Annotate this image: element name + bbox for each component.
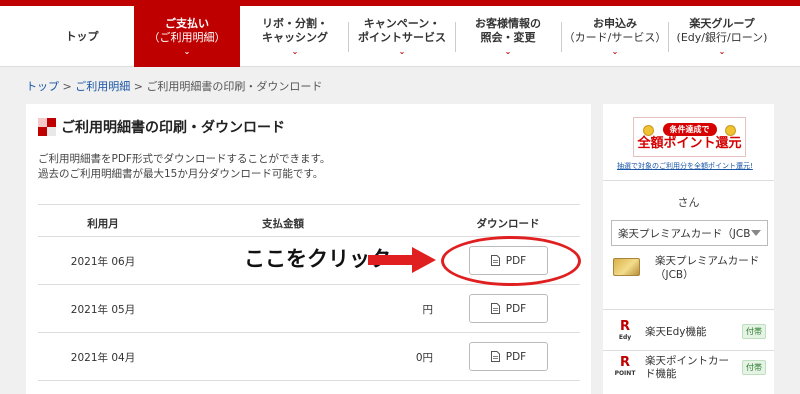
nav-item-sublabel: キャッシング <box>262 31 328 44</box>
chevron-down-icon: ⌄ <box>718 47 726 56</box>
page-title-text: ご利用明細書の印刷・ダウンロード <box>61 120 285 136</box>
header-month: 利用月 <box>87 218 119 230</box>
annotation-arrow-icon <box>368 247 436 273</box>
nav-item-campaign[interactable]: キャンペーン・ ポイントサービス ⌄ <box>350 6 454 67</box>
table-header: 利用月 支払金額 ダウンロード <box>38 204 580 237</box>
dropdown-caret-icon <box>751 230 761 236</box>
header-download: ダウンロード <box>476 218 540 230</box>
breadcrumb-separator: > <box>59 80 76 93</box>
table-row: 2021年 05月 円 PDF <box>38 285 580 333</box>
nav-divider <box>348 22 349 52</box>
nav-item-rakuten-group[interactable]: 楽天グループ (Edy/銀行/ローン) ⌄ <box>670 6 774 67</box>
nav-item-sublabel: (Edy/銀行/ローン) <box>676 31 768 44</box>
nav-item-label: トップ <box>65 29 99 43</box>
nav-item-sublabel: （カード/サービス） <box>563 31 667 44</box>
card-select-value: 楽天プレミアムカード（JCB <box>618 227 751 240</box>
row-amount: 0円 <box>415 352 433 364</box>
sidebar: 条件達成で 全額ポイント還元 抽選で対象のご利用分を全額ポイント還元! さん 楽… <box>603 104 774 394</box>
row-amount: 円 <box>422 304 434 316</box>
chevron-down-icon: ⌄ <box>291 47 299 56</box>
description-line: 過去のご利用明細書が最大15か月分ダウンロード可能です。 <box>38 168 324 180</box>
sidebar-divider <box>603 309 774 310</box>
banner-link[interactable]: 抽選で対象のご利用分を全額ポイント還元! <box>617 161 753 171</box>
nav-item-sublabel: （ご利用明細） <box>148 31 226 44</box>
nav-item-label: キャンペーン・ <box>363 17 441 30</box>
chevron-down-icon: ⌄ <box>398 47 406 56</box>
rakuten-point-logo-icon: R POINT <box>614 354 636 377</box>
nav-item-application[interactable]: お申込み （カード/サービス） ⌄ <box>562 6 668 67</box>
document-icon <box>490 351 500 362</box>
card-name: 楽天プレミアムカード（JCB） <box>655 255 760 281</box>
status-badge: 付帯 <box>742 324 766 339</box>
nav-item-label: お申込み <box>593 17 637 30</box>
row-month: 2021年 05月 <box>70 304 136 316</box>
user-name: さん <box>677 196 700 209</box>
nav-item-sublabel: ポイントサービス <box>358 31 446 44</box>
row-month: 2021年 04月 <box>70 352 136 364</box>
nav-item-label: リボ・分割・ <box>262 17 328 30</box>
annotation-circle <box>441 236 581 286</box>
nav-item-top[interactable]: トップ <box>30 6 134 67</box>
breadcrumb: トップ > ご利用明細 > ご利用明細書の印刷・ダウンロード <box>26 78 322 94</box>
pdf-button-label: PDF <box>505 302 527 315</box>
chevron-down-icon: ⌄ <box>183 47 191 56</box>
pdf-download-button[interactable]: PDF <box>469 342 548 371</box>
pdf-button-label: PDF <box>505 350 527 363</box>
chevron-down-icon: ⌄ <box>504 47 512 56</box>
pdf-download-button[interactable]: PDF <box>469 294 548 323</box>
banner-tag: 条件達成で <box>662 122 717 136</box>
breadcrumb-separator: > <box>130 80 147 93</box>
nav-divider <box>668 22 669 52</box>
nav-item-revolving[interactable]: リボ・分割・ キャッシング ⌄ <box>242 6 348 67</box>
nav-item-label: お客様情報の <box>475 17 541 30</box>
row-month: 2021年 06月 <box>70 256 136 268</box>
coin-icon <box>725 125 736 136</box>
title-mark-icon <box>38 118 56 136</box>
card-image <box>613 258 640 276</box>
breadcrumb-current: ご利用明細書の印刷・ダウンロード <box>146 80 323 93</box>
nav-item-label: 楽天グループ <box>689 17 755 30</box>
coin-icon <box>643 125 654 136</box>
sidebar-divider <box>603 180 774 181</box>
sidebar-divider <box>603 350 774 351</box>
campaign-banner[interactable]: 条件達成で 全額ポイント還元 <box>633 117 746 157</box>
global-nav: トップ ご支払い （ご利用明細） ⌄ リボ・分割・ キャッシング ⌄ キャンペー… <box>0 6 800 67</box>
description-line: ご利用明細書をPDF形式でダウンロードすることができます。 <box>38 153 331 165</box>
feature-label: 楽天ポイントカード機能 <box>645 355 729 380</box>
card-select[interactable]: 楽天プレミアムカード（JCB <box>611 220 768 246</box>
statements-table: 利用月 支払金額 ダウンロード 2021年 06月 PDF 2021年 05月 … <box>38 204 580 381</box>
nav-item-customer-info[interactable]: お客様情報の 照会・変更 ⌄ <box>456 6 560 67</box>
breadcrumb-link-statements[interactable]: ご利用明細 <box>75 80 130 93</box>
feature-label: 楽天Edy機能 <box>645 325 707 338</box>
nav-item-payment[interactable]: ご支払い （ご利用明細） ⌄ <box>134 6 240 67</box>
status-badge: 付帯 <box>742 360 766 375</box>
table-row: 2021年 04月 0円 PDF <box>38 333 580 381</box>
page-title: ご利用明細書の印刷・ダウンロード <box>38 117 285 137</box>
banner-headline: 全額ポイント還元 <box>637 135 742 151</box>
document-icon <box>490 303 500 314</box>
nav-item-label: ご支払い <box>165 17 209 30</box>
breadcrumb-link-top[interactable]: トップ <box>26 80 59 93</box>
rakuten-edy-logo-icon: R Edy <box>618 318 632 341</box>
feature-edy[interactable]: R Edy 楽天Edy機能 付帯 <box>613 318 768 346</box>
nav-item-sublabel: 照会・変更 <box>480 31 536 44</box>
chevron-down-icon: ⌄ <box>611 47 619 56</box>
feature-point-card[interactable]: R POINT 楽天ポイントカード機能 付帯 <box>613 354 768 382</box>
header-amount: 支払金額 <box>262 218 304 230</box>
description: ご利用明細書をPDF形式でダウンロードすることができます。 過去のご利用明細書が… <box>38 152 330 182</box>
